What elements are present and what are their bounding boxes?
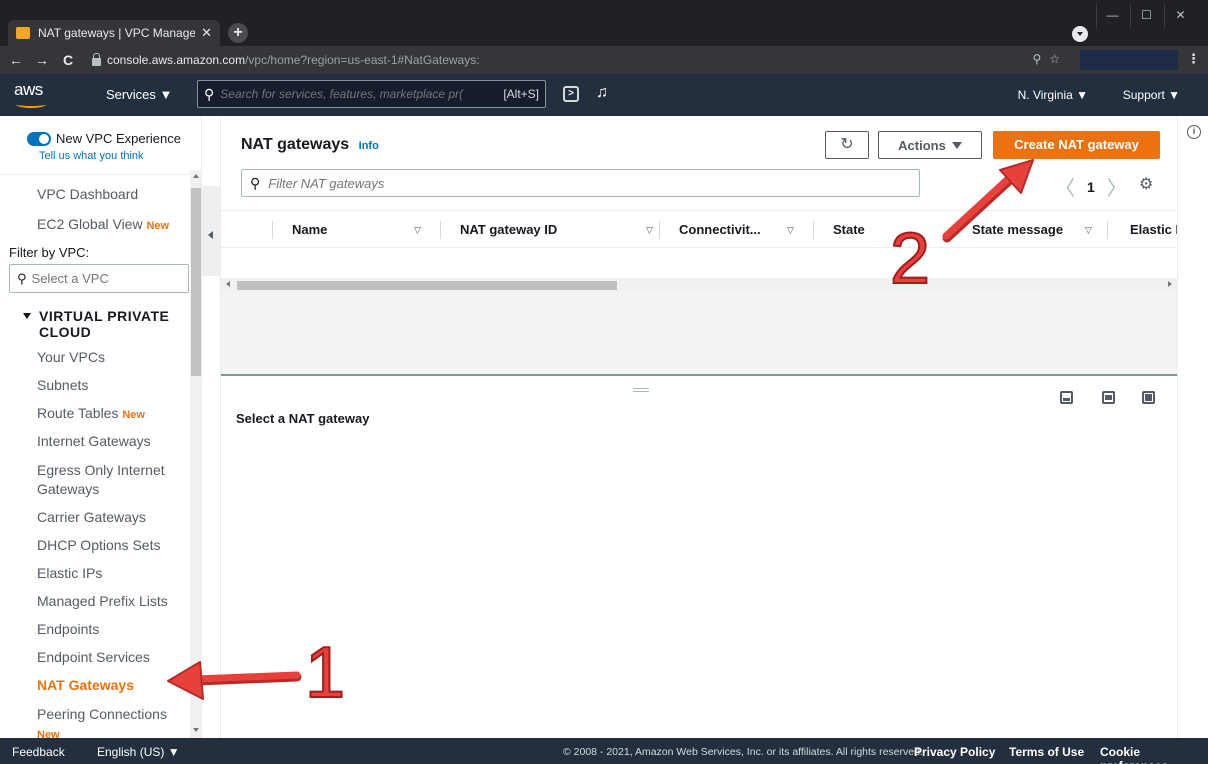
annotation-arrow-2 xyxy=(942,159,1034,243)
annotation-number-2: 2 xyxy=(890,219,930,299)
annotation-arrow-1 xyxy=(167,661,302,700)
annotation-number-1: 1 xyxy=(305,633,345,713)
tutorial-annotations: 1 2 xyxy=(167,159,1034,714)
